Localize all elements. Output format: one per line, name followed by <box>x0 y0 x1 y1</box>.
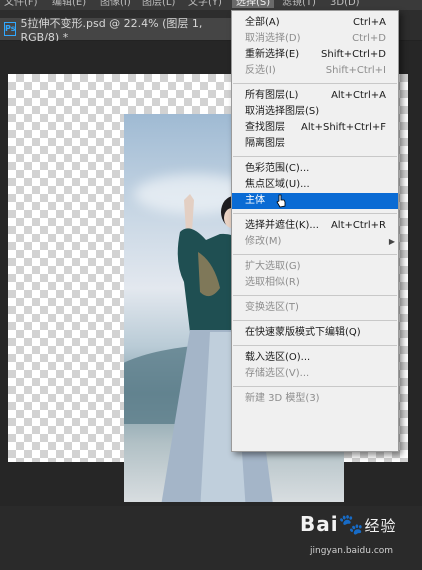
menu-item-shortcut: Shift+Ctrl+I <box>325 65 386 76</box>
menu-item-label: 载入选区(O)... <box>245 352 311 363</box>
menu-item-label: 隔离图层 <box>245 138 285 149</box>
menu-3d[interactable]: 3D(D) <box>330 0 360 8</box>
document-tab[interactable]: Ps 5拉伸不变形.psd @ 22.4% (图层 1, RGB/8) * × <box>0 17 240 44</box>
menu-item-label: 查找图层 <box>245 122 285 133</box>
watermark-url: jingyan.baidu.com <box>310 546 394 556</box>
menu-item-label: 变换选区(T) <box>245 302 299 313</box>
menu-item: 反选(I) Shift+Ctrl+I <box>232 63 398 79</box>
menu-item-label: 扩大选取(G) <box>245 261 301 272</box>
menu-item-shortcut: Alt+Ctrl+R <box>330 220 386 231</box>
menu-image[interactable]: 图像(I) <box>100 0 131 8</box>
menu-item[interactable]: 主体 <box>232 193 398 209</box>
menu-layer[interactable]: 图层(L) <box>142 0 175 8</box>
menu-item[interactable]: 选择并遮住(K)... Alt+Ctrl+R <box>232 218 398 234</box>
menu-item-label: 重新选择(E) <box>245 49 300 60</box>
menu-item-label: 全部(A) <box>245 17 280 28</box>
menu-item[interactable]: 色彩范围(C)... <box>232 161 398 177</box>
menu-separator <box>233 213 397 214</box>
menu-item[interactable]: 取消选择图层(S) <box>232 104 398 120</box>
menu-item-label: 修改(M) <box>245 236 282 247</box>
menu-item-shortcut: Ctrl+D <box>352 33 386 44</box>
menu-item-label: 在快速蒙版模式下编辑(Q) <box>245 327 361 338</box>
menu-item: 扩大选取(G) <box>232 259 398 275</box>
menu-item: 取消选择(D) Ctrl+D <box>232 31 398 47</box>
hand-cursor-icon <box>276 194 286 208</box>
menu-item[interactable]: 在快速蒙版模式下编辑(Q) <box>232 325 398 341</box>
menu-filter[interactable]: 滤镜(T) <box>282 0 316 8</box>
menu-item: 变换选区(T) <box>232 300 398 316</box>
menu-separator <box>233 83 397 84</box>
menu-item-label: 选择并遮住(K)... <box>245 220 319 231</box>
menu-item[interactable]: 焦点区域(U)... <box>232 177 398 193</box>
menu-item: 存储选区(V)... <box>232 366 398 382</box>
menu-item[interactable]: 载入选区(O)... <box>232 350 398 366</box>
menu-separator <box>233 320 397 321</box>
photoshop-file-icon: Ps <box>4 22 17 36</box>
menu-separator <box>233 295 397 296</box>
menu-item-label: 取消选择(D) <box>245 33 301 44</box>
menu-item[interactable]: 所有图层(L) Alt+Ctrl+A <box>232 88 398 104</box>
menu-file[interactable]: 文件(F) <box>4 0 38 8</box>
watermark-du: 经验 <box>364 517 397 535</box>
menu-item-label: 焦点区域(U)... <box>245 179 310 190</box>
menu-item-label: 存储选区(V)... <box>245 368 310 379</box>
menu-item-label: 色彩范围(C)... <box>245 163 310 174</box>
menu-item-shortcut: Alt+Ctrl+A <box>331 90 386 101</box>
menu-type[interactable]: 文字(Y) <box>188 0 222 8</box>
menu-item-shortcut: Shift+Ctrl+D <box>321 49 386 60</box>
submenu-arrow-icon: ▶ <box>388 237 395 246</box>
menu-item[interactable]: 重新选择(E) Shift+Ctrl+D <box>232 47 398 63</box>
paw-icon: 🐾 <box>338 512 365 536</box>
menu-item[interactable]: 隔离图层 <box>232 136 398 152</box>
menu-item: 新建 3D 模型(3) <box>232 391 398 407</box>
menu-edit[interactable]: 编辑(E) <box>52 0 86 8</box>
menu-item-label: 取消选择图层(S) <box>245 106 320 117</box>
menu-bar: 文件(F) 编辑(E) 图像(I) 图层(L) 文字(Y) 选择(S) 滤镜(T… <box>0 0 422 10</box>
menu-item-label: 主体 <box>245 195 265 206</box>
menu-select[interactable]: 选择(S) <box>232 0 275 8</box>
menu-item: 选取相似(R) <box>232 275 398 291</box>
menu-separator <box>233 345 397 346</box>
menu-item-label: 新建 3D 模型(3) <box>245 393 320 404</box>
menu-item-shortcut: Alt+Shift+Ctrl+F <box>301 122 386 133</box>
menu-item-label: 反选(I) <box>245 65 276 76</box>
menu-item: 修改(M) ▶ <box>232 234 398 250</box>
select-dropdown-menu: 全部(A) Ctrl+A 取消选择(D) Ctrl+D 重新选择(E) Shift+Ctr… <box>231 10 399 452</box>
menu-separator <box>233 386 397 387</box>
menu-item[interactable]: 查找图层 Alt+Shift+Ctrl+F <box>232 120 398 136</box>
menu-item-label: 所有图层(L) <box>245 90 299 101</box>
menu-item[interactable]: 全部(A) Ctrl+A <box>232 15 398 31</box>
watermark-brand: Bai <box>300 512 339 536</box>
document-title: 5拉伸不变形.psd @ 22.4% (图层 1, RGB/8) * <box>20 16 203 44</box>
menu-separator <box>233 156 397 157</box>
menu-separator <box>233 254 397 255</box>
menu-item-label: 选取相似(R) <box>245 277 300 288</box>
menu-item-shortcut: Ctrl+A <box>352 17 386 28</box>
baidu-jingyan-watermark: Bai🐾经验 <box>300 512 397 536</box>
